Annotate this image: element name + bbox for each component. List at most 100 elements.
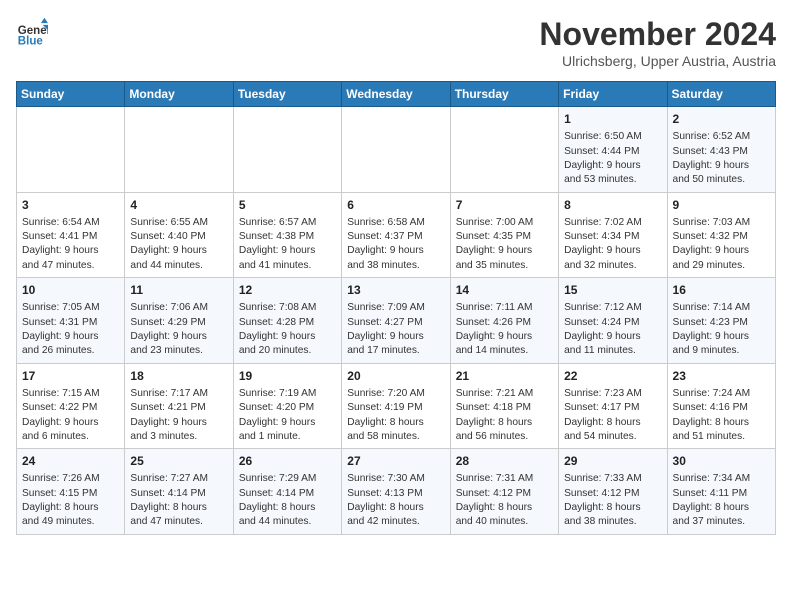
day-number: 3 [22, 197, 119, 214]
day-info: Sunrise: 7:11 AM Sunset: 4:26 PM Dayligh… [456, 301, 553, 358]
day-info: Sunrise: 7:19 AM Sunset: 4:20 PM Dayligh… [239, 387, 336, 444]
day-number: 27 [347, 453, 444, 470]
day-info: Sunrise: 7:20 AM Sunset: 4:19 PM Dayligh… [347, 387, 444, 444]
calendar-day-cell [233, 107, 341, 193]
calendar-day-cell: 13 Sunrise: 7:09 AM Sunset: 4:27 PM Dayli… [342, 278, 450, 364]
calendar-day-cell: 4 Sunrise: 6:55 AM Sunset: 4:40 PM Daylig… [125, 192, 233, 278]
day-number: 2 [673, 111, 770, 128]
calendar-week-row: 1 Sunrise: 6:50 AM Sunset: 4:44 PM Daylig… [17, 107, 776, 193]
calendar-day-cell: 26Sunrise: 7:29 AM Sunset: 4:14 PM Dayli… [233, 449, 341, 535]
day-number: 17 [22, 368, 119, 385]
day-number: 30 [673, 453, 770, 470]
day-info: Sunrise: 7:34 AM Sunset: 4:11 PM Dayligh… [673, 472, 770, 529]
calendar-table: SundayMondayTuesdayWednesdayThursdayFrid… [16, 81, 776, 535]
day-info: Sunrise: 7:02 AM Sunset: 4:34 PM Dayligh… [564, 216, 661, 273]
calendar-day-cell: 21Sunrise: 7:21 AM Sunset: 4:18 PM Dayli… [450, 363, 558, 449]
calendar-week-row: 10 Sunrise: 7:05 AM Sunset: 4:31 PM Dayli… [17, 278, 776, 364]
weekday-header-cell: Wednesday [342, 82, 450, 107]
calendar-day-cell: 2Sunrise: 6:52 AM Sunset: 4:43 PM Daylig… [667, 107, 775, 193]
day-number: 13 [347, 282, 444, 299]
calendar-week-row: 3 Sunrise: 6:54 AM Sunset: 4:41 PM Daylig… [17, 192, 776, 278]
day-number: 6 [347, 197, 444, 214]
calendar-day-cell: 8Sunrise: 7:02 AM Sunset: 4:34 PM Daylig… [559, 192, 667, 278]
day-number: 21 [456, 368, 553, 385]
weekday-header-cell: Tuesday [233, 82, 341, 107]
day-info: Sunrise: 7:33 AM Sunset: 4:12 PM Dayligh… [564, 472, 661, 529]
day-info: Sunrise: 6:50 AM Sunset: 4:44 PM Dayligh… [564, 130, 661, 187]
day-info: Sunrise: 7:17 AM Sunset: 4:21 PM Dayligh… [130, 387, 227, 444]
calendar-body: 1 Sunrise: 6:50 AM Sunset: 4:44 PM Daylig… [17, 107, 776, 535]
calendar-day-cell [450, 107, 558, 193]
calendar-day-cell: 15 Sunrise: 7:12 AM Sunset: 4:24 PM Dayli… [559, 278, 667, 364]
calendar-day-cell: 9 Sunrise: 7:03 AM Sunset: 4:32 PM Daylig… [667, 192, 775, 278]
calendar-day-cell: 14 Sunrise: 7:11 AM Sunset: 4:26 PM Dayli… [450, 278, 558, 364]
day-info: Sunrise: 7:27 AM Sunset: 4:14 PM Dayligh… [130, 472, 227, 529]
day-number: 25 [130, 453, 227, 470]
calendar-day-cell: 1 Sunrise: 6:50 AM Sunset: 4:44 PM Daylig… [559, 107, 667, 193]
calendar-week-row: 24Sunrise: 7:26 AM Sunset: 4:15 PM Dayli… [17, 449, 776, 535]
day-number: 1 [564, 111, 661, 128]
day-number: 7 [456, 197, 553, 214]
day-info: Sunrise: 7:09 AM Sunset: 4:27 PM Dayligh… [347, 301, 444, 358]
location: Ulrichsberg, Upper Austria, Austria [539, 53, 776, 69]
day-number: 5 [239, 197, 336, 214]
day-number: 20 [347, 368, 444, 385]
logo-icon: General Blue [16, 16, 48, 48]
day-info: Sunrise: 7:26 AM Sunset: 4:15 PM Dayligh… [22, 472, 119, 529]
calendar-day-cell: 12Sunrise: 7:08 AM Sunset: 4:28 PM Dayli… [233, 278, 341, 364]
page-header: General Blue November 2024 Ulrichsberg, … [16, 16, 776, 69]
calendar-day-cell: 5 Sunrise: 6:57 AM Sunset: 4:38 PM Daylig… [233, 192, 341, 278]
day-info: Sunrise: 7:05 AM Sunset: 4:31 PM Dayligh… [22, 301, 119, 358]
weekday-header-row: SundayMondayTuesdayWednesdayThursdayFrid… [17, 82, 776, 107]
calendar-day-cell: 10 Sunrise: 7:05 AM Sunset: 4:31 PM Dayli… [17, 278, 125, 364]
title-block: November 2024 Ulrichsberg, Upper Austria… [539, 16, 776, 69]
weekday-header-cell: Sunday [17, 82, 125, 107]
day-number: 9 [673, 197, 770, 214]
calendar-day-cell: 7 Sunrise: 7:00 AM Sunset: 4:35 PM Daylig… [450, 192, 558, 278]
weekday-header-cell: Monday [125, 82, 233, 107]
day-info: Sunrise: 7:12 AM Sunset: 4:24 PM Dayligh… [564, 301, 661, 358]
calendar-day-cell [125, 107, 233, 193]
calendar-day-cell: 16 Sunrise: 7:14 AM Sunset: 4:23 PM Dayli… [667, 278, 775, 364]
day-info: Sunrise: 7:06 AM Sunset: 4:29 PM Dayligh… [130, 301, 227, 358]
calendar-day-cell: 22Sunrise: 7:23 AM Sunset: 4:17 PM Dayli… [559, 363, 667, 449]
day-info: Sunrise: 7:14 AM Sunset: 4:23 PM Dayligh… [673, 301, 770, 358]
calendar-day-cell [342, 107, 450, 193]
day-number: 10 [22, 282, 119, 299]
svg-text:Blue: Blue [18, 35, 44, 47]
day-info: Sunrise: 7:08 AM Sunset: 4:28 PM Dayligh… [239, 301, 336, 358]
calendar-day-cell: 6 Sunrise: 6:58 AM Sunset: 4:37 PM Daylig… [342, 192, 450, 278]
day-info: Sunrise: 7:15 AM Sunset: 4:22 PM Dayligh… [22, 387, 119, 444]
calendar-day-cell: 24Sunrise: 7:26 AM Sunset: 4:15 PM Dayli… [17, 449, 125, 535]
day-info: Sunrise: 7:24 AM Sunset: 4:16 PM Dayligh… [673, 387, 770, 444]
day-number: 15 [564, 282, 661, 299]
calendar-day-cell: 19Sunrise: 7:19 AM Sunset: 4:20 PM Dayli… [233, 363, 341, 449]
day-number: 23 [673, 368, 770, 385]
day-info: Sunrise: 7:00 AM Sunset: 4:35 PM Dayligh… [456, 216, 553, 273]
weekday-header-cell: Saturday [667, 82, 775, 107]
calendar-week-row: 17 Sunrise: 7:15 AM Sunset: 4:22 PM Dayli… [17, 363, 776, 449]
calendar-day-cell: 27Sunrise: 7:30 AM Sunset: 4:13 PM Dayli… [342, 449, 450, 535]
day-info: Sunrise: 6:54 AM Sunset: 4:41 PM Dayligh… [22, 216, 119, 273]
day-number: 26 [239, 453, 336, 470]
day-info: Sunrise: 7:31 AM Sunset: 4:12 PM Dayligh… [456, 472, 553, 529]
day-number: 18 [130, 368, 227, 385]
calendar-day-cell: 3 Sunrise: 6:54 AM Sunset: 4:41 PM Daylig… [17, 192, 125, 278]
weekday-header-cell: Friday [559, 82, 667, 107]
calendar-day-cell [17, 107, 125, 193]
day-info: Sunrise: 6:57 AM Sunset: 4:38 PM Dayligh… [239, 216, 336, 273]
day-info: Sunrise: 6:58 AM Sunset: 4:37 PM Dayligh… [347, 216, 444, 273]
day-info: Sunrise: 7:03 AM Sunset: 4:32 PM Dayligh… [673, 216, 770, 273]
day-number: 14 [456, 282, 553, 299]
calendar-day-cell: 17 Sunrise: 7:15 AM Sunset: 4:22 PM Dayli… [17, 363, 125, 449]
day-number: 16 [673, 282, 770, 299]
day-number: 29 [564, 453, 661, 470]
calendar-day-cell: 29 Sunrise: 7:33 AM Sunset: 4:12 PM Dayli… [559, 449, 667, 535]
calendar-day-cell: 23 Sunrise: 7:24 AM Sunset: 4:16 PM Dayli… [667, 363, 775, 449]
day-info: Sunrise: 7:23 AM Sunset: 4:17 PM Dayligh… [564, 387, 661, 444]
calendar-day-cell: 11 Sunrise: 7:06 AM Sunset: 4:29 PM Dayli… [125, 278, 233, 364]
day-number: 28 [456, 453, 553, 470]
day-number: 4 [130, 197, 227, 214]
day-number: 11 [130, 282, 227, 299]
day-info: Sunrise: 6:55 AM Sunset: 4:40 PM Dayligh… [130, 216, 227, 273]
